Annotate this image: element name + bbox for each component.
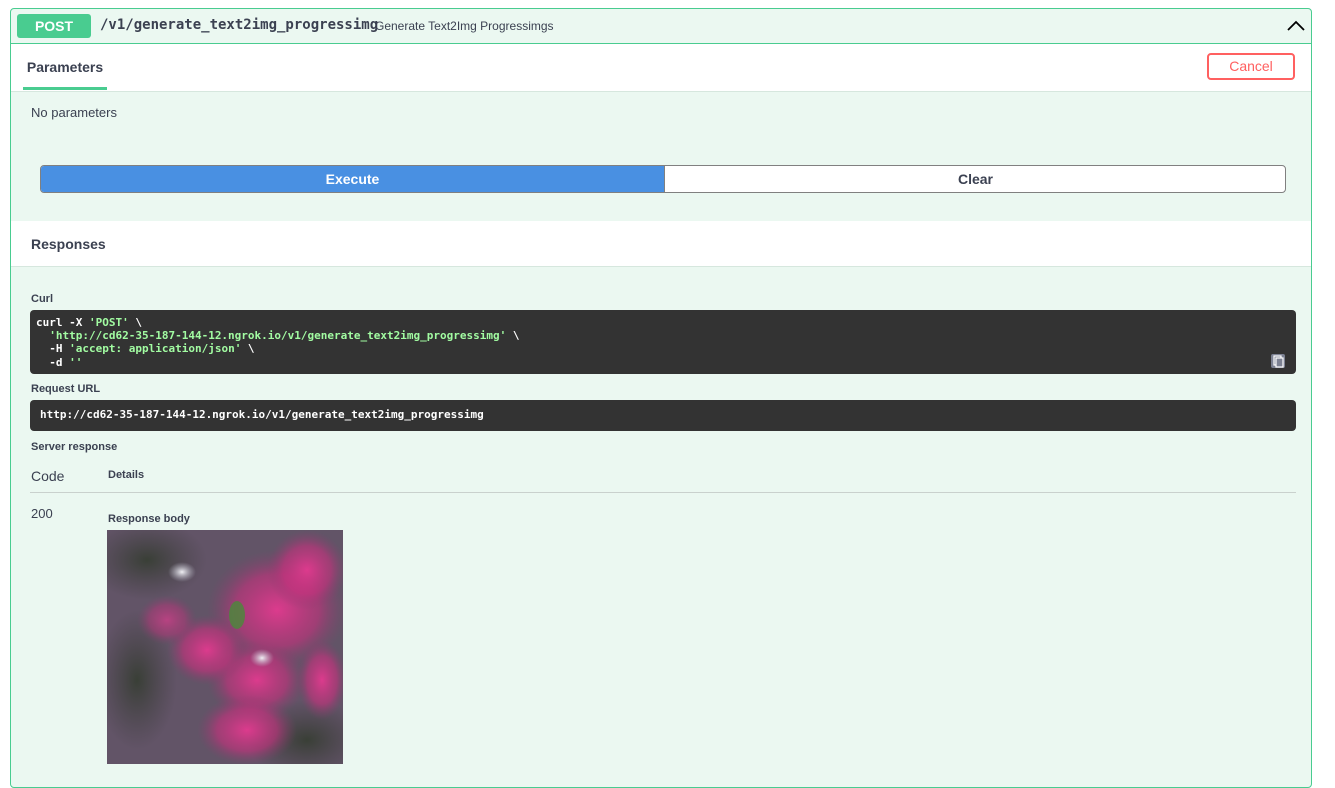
parameters-header: Parameters Cancel [11,44,1311,92]
operation-description: Generate Text2Img Progressimgs [375,19,554,33]
curl-line1-method: 'POST' [88,316,129,329]
curl-line2-url: 'http://cd62-35-187-144-12.ngrok.io/v1/g… [49,329,507,343]
method-badge: POST [17,14,91,38]
response-table-header: Code Details [30,459,1296,493]
server-response-label: Server response [31,441,118,453]
tab-parameters[interactable]: Parameters [23,44,107,90]
details-column-header: Details [108,469,145,481]
code-column-header: Code [31,468,65,484]
operation-path: /v1/generate_text2img_progressimg [100,17,379,33]
status-code: 200 [31,506,53,521]
copy-to-clipboard-icon[interactable] [1270,353,1286,369]
response-body-label: Response body [108,513,190,525]
no-parameters-text: No parameters [31,105,117,120]
cancel-button[interactable]: Cancel [1207,53,1295,80]
request-url-label: Request URL [31,383,101,395]
clear-button[interactable]: Clear [664,166,1285,192]
curl-line1-cmd: curl -X [36,316,89,329]
curl-line3-value: 'accept: application/json' [69,342,242,356]
curl-line4-value: '' [69,355,83,369]
request-url-block[interactable]: http://cd62-35-187-144-12.ngrok.io/v1/ge… [30,400,1296,431]
execute-wrapper: Execute Clear [40,165,1286,193]
curl-label: Curl [31,293,53,305]
responses-header: Responses [11,221,1311,267]
curl-line4-flag: -d [36,355,70,369]
response-image [107,530,343,764]
operation-block: POST /v1/generate_text2img_progressimg G… [10,8,1312,788]
curl-line3-flag: -H [36,342,70,356]
curl-code-block[interactable]: curl -X 'POST' \ 'http://cd62-35-187-144… [30,310,1296,374]
responses-title: Responses [31,236,106,252]
curl-line3-tail: \ [241,342,255,356]
curl-line1-tail: \ [128,316,142,329]
operation-summary[interactable]: POST /v1/generate_text2img_progressimg G… [11,9,1311,44]
execute-button[interactable]: Execute [41,166,664,192]
chevron-up-icon[interactable] [1285,15,1307,37]
curl-line2-tail: \ [506,329,520,343]
